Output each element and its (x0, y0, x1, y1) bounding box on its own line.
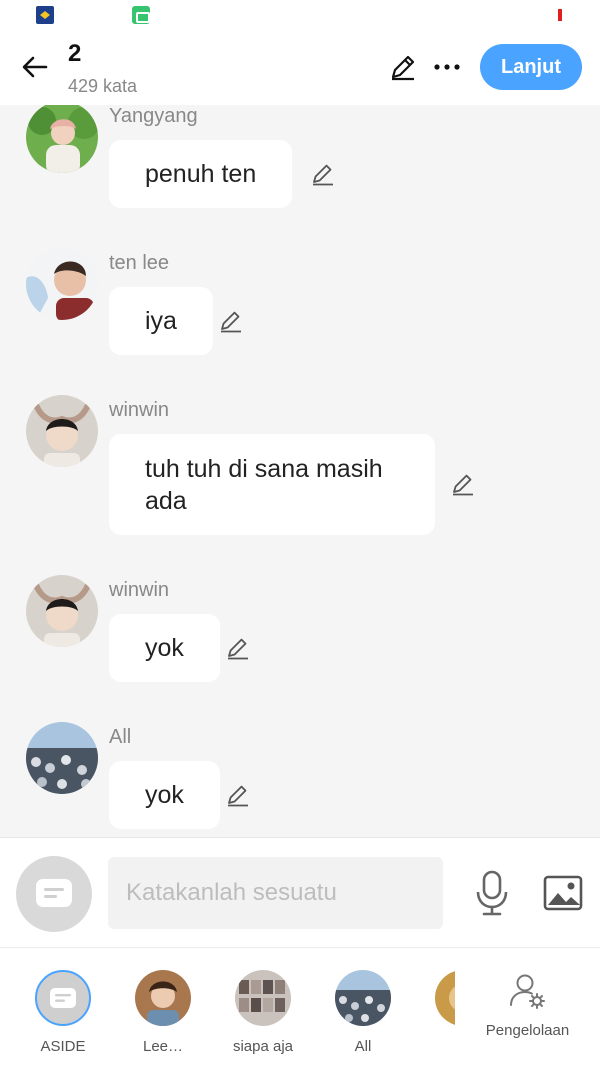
page-title: 2 (68, 40, 82, 67)
character-aside[interactable]: ASIDE (18, 970, 108, 1060)
carrier-app-icon (36, 6, 54, 24)
character-k[interactable]: K (418, 970, 455, 1060)
chat-bubble-icon (50, 988, 76, 1008)
microphone-button[interactable] (470, 868, 514, 918)
chat-bubble-icon (36, 879, 72, 907)
message-bubble[interactable]: yok (109, 761, 220, 829)
character-list[interactable]: ASIDE Lee… siapa aja All (0, 948, 455, 1067)
avatar-all[interactable] (26, 722, 98, 794)
character-label: K (418, 1038, 455, 1055)
message-item: ten lee iya (0, 248, 600, 372)
image-icon (543, 875, 583, 911)
message-item: Yangyang penuh ten (0, 105, 600, 225)
message-bubble[interactable]: penuh ten (109, 140, 293, 208)
message-bubble[interactable]: yok (109, 614, 220, 682)
pencil-icon (391, 55, 415, 81)
avatar-winwin[interactable] (26, 575, 98, 647)
user-settings-icon (508, 972, 548, 1012)
manage-characters-button[interactable]: Pengelolaan (455, 948, 600, 1067)
sender-name: winwin (109, 399, 170, 421)
app-bar: 2 429 kata Lanjut (0, 30, 600, 105)
more-dots-icon (434, 64, 460, 70)
battery-icon (558, 9, 562, 21)
word-count: 429 kata (68, 76, 138, 96)
message-item: All yok (0, 722, 600, 837)
edit-message-button[interactable] (224, 781, 252, 809)
image-button[interactable] (540, 870, 586, 916)
avatar (135, 970, 191, 1026)
character-label: ASIDE (40, 1038, 86, 1055)
sender-name: Yangyang (109, 105, 198, 127)
message-bubble[interactable]: iya (109, 287, 213, 355)
avatar (335, 970, 391, 1026)
composer-bar (0, 837, 600, 947)
character-lee[interactable]: Lee… (118, 970, 208, 1060)
character-label: Lee… (142, 1038, 184, 1055)
character-label: siapa aja (232, 1038, 294, 1055)
next-button[interactable]: Lanjut (480, 44, 582, 90)
manage-label: Pengelolaan (485, 1022, 570, 1039)
pencil-icon (313, 164, 333, 186)
back-button[interactable] (16, 48, 54, 86)
pencil-icon (228, 638, 248, 660)
pencil-icon (221, 311, 241, 333)
character-label: All (354, 1038, 372, 1055)
sender-name: All (109, 726, 132, 748)
edit-message-button[interactable] (309, 160, 337, 188)
avatar (435, 970, 455, 1026)
avatar-yangyang[interactable] (26, 105, 98, 173)
character-all[interactable]: All (318, 970, 408, 1060)
avatar-winwin[interactable] (26, 395, 98, 467)
pencil-icon (453, 474, 473, 496)
pencil-icon (228, 785, 248, 807)
message-item: winwin tuh tuh di sana masih ada (0, 395, 600, 539)
message-input[interactable] (108, 857, 443, 929)
message-bubble[interactable]: tuh tuh di sana masih ada (109, 434, 435, 535)
edit-message-button[interactable] (224, 634, 252, 662)
message-item: winwin yok (0, 575, 600, 699)
character-bar: ASIDE Lee… siapa aja All Pengelolaan (0, 947, 600, 1067)
more-options-button[interactable] (430, 50, 464, 84)
microphone-icon (476, 870, 508, 916)
character-siapa-aja[interactable]: siapa aja (218, 970, 308, 1060)
aside-avatar (35, 970, 91, 1026)
sender-name: winwin (109, 579, 170, 601)
arrow-left-icon (22, 56, 48, 78)
chat-list[interactable]: Yangyang penuh ten ten lee iya winwin tu… (0, 105, 600, 837)
edit-message-button[interactable] (217, 307, 245, 335)
avatar-ten-lee[interactable] (26, 248, 98, 320)
sender-name: ten lee (109, 252, 170, 274)
status-bar (0, 0, 600, 30)
notification-app-icon (132, 6, 150, 24)
edit-message-button[interactable] (449, 470, 477, 498)
avatar (235, 970, 291, 1026)
edit-button[interactable] (386, 50, 420, 84)
aside-toggle-button[interactable] (16, 856, 92, 932)
